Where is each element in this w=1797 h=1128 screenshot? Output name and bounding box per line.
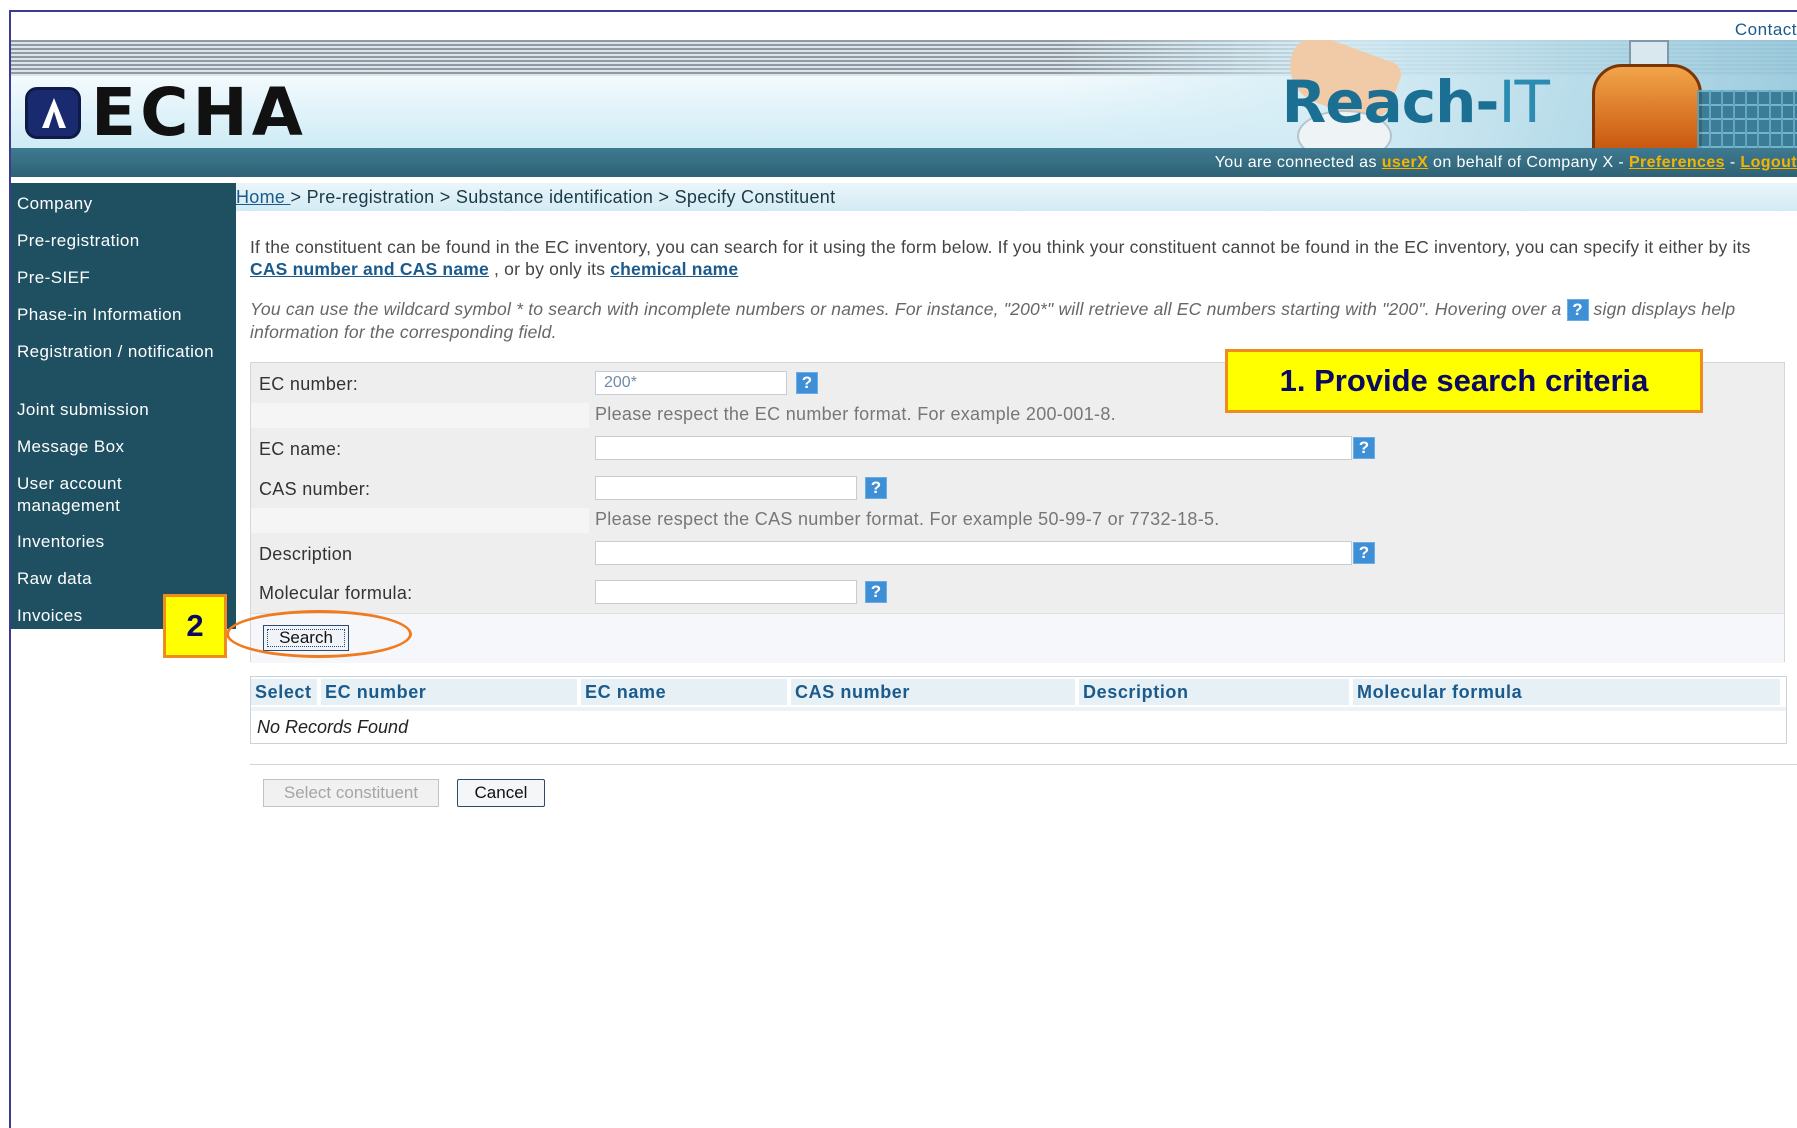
cas-number-format-note: Please respect the CAS number format. Fo… <box>595 509 1220 529</box>
echa-logo[interactable]: ECHA <box>25 80 307 146</box>
cas-number-label: CAS number: <box>259 479 371 499</box>
help-icon: ? <box>1566 299 1589 322</box>
ec-number-format-note: Please respect the EC number format. For… <box>595 404 1116 424</box>
column-header-molecular-formula[interactable]: Molecular formula <box>1353 679 1780 705</box>
ec-number-label: EC number: <box>259 374 359 394</box>
column-header-cas-number[interactable]: CAS number <box>791 679 1075 705</box>
breadcrumb: Home > Pre-registration > Substance iden… <box>236 183 1797 211</box>
sidebar-item-phase-in-information[interactable]: Phase-in Information <box>11 298 236 335</box>
column-header-description[interactable]: Description <box>1079 679 1349 705</box>
cancel-button[interactable]: Cancel <box>457 779 545 807</box>
cas-number-input[interactable] <box>595 476 857 500</box>
sidebar-item-user-account-management[interactable]: User account management <box>11 467 236 525</box>
breadcrumb-path: > Pre-registration > Substance identific… <box>290 187 836 207</box>
echa-logo-text: ECHA <box>91 74 307 151</box>
search-button-bar: Search <box>251 613 1784 663</box>
column-header-ec-number[interactable]: EC number <box>321 679 577 705</box>
search-button-highlight-oval <box>226 610 412 658</box>
ec-name-input[interactable] <box>595 436 1352 460</box>
description-help-icon[interactable]: ? <box>1353 542 1375 564</box>
column-header-ec-name[interactable]: EC name <box>581 679 787 705</box>
header: Contact ECHA Reach-IT You are connected … <box>11 12 1797 177</box>
molecular-formula-help-icon[interactable]: ? <box>865 581 887 603</box>
ec-number-help-icon[interactable]: ? <box>796 372 818 394</box>
cas-number-help-icon[interactable]: ? <box>865 477 887 499</box>
sidebar-item-message-box[interactable]: Message Box <box>11 430 236 467</box>
intro-text-part1: If the constituent can be found in the E… <box>250 237 1751 257</box>
contact-link[interactable]: Contact <box>1735 20 1797 40</box>
reach-it-title-suffix: IT <box>1498 68 1550 136</box>
status-separator: - <box>1724 154 1741 171</box>
description-input[interactable] <box>595 541 1352 565</box>
select-constituent-button[interactable]: Select constituent <box>263 779 439 807</box>
hint-text-part1: You can use the wildcard symbol * to sea… <box>250 299 1567 319</box>
sidebar-item-pre-sief[interactable]: Pre-SIEF <box>11 261 236 298</box>
logout-link[interactable]: Logout <box>1740 154 1797 171</box>
sidebar-item-pre-registration[interactable]: Pre-registration <box>11 224 236 261</box>
results-table: Select EC number EC name CAS number Desc… <box>250 676 1787 744</box>
callout-step-2: 2 <box>163 594 227 658</box>
sidebar-item-company[interactable]: Company <box>11 187 236 224</box>
description-label: Description <box>259 544 353 564</box>
ec-name-help-icon[interactable]: ? <box>1353 437 1375 459</box>
reach-it-title: Reach-IT <box>1281 68 1550 136</box>
status-prefix: You are connected as <box>1214 154 1382 171</box>
results-header-row: Select EC number EC name CAS number Desc… <box>251 679 1786 705</box>
wildcard-hint: You can use the wildcard symbol * to sea… <box>250 298 1780 343</box>
divider <box>250 764 1797 765</box>
molecular-formula-label: Molecular formula: <box>259 583 413 603</box>
status-company: on behalf of Company X - <box>1428 154 1629 171</box>
molecular-formula-input[interactable] <box>595 580 857 604</box>
intro-text-part2: , or by only its <box>488 259 611 279</box>
sidebar-item-inventories[interactable]: Inventories <box>11 525 236 562</box>
chemical-name-link[interactable]: chemical name <box>610 259 738 279</box>
preferences-link[interactable]: Preferences <box>1629 154 1725 171</box>
ec-number-input[interactable] <box>595 371 787 395</box>
ec-name-label: EC name: <box>259 439 342 459</box>
breadcrumb-home-link[interactable]: Home <box>236 187 291 207</box>
sidebar-item-registration-notification[interactable]: Registration / notification <box>11 335 236 393</box>
sidebar-nav: Company Pre-registration Pre-SIEF Phase-… <box>11 183 236 629</box>
no-records-message: No Records Found <box>257 717 409 737</box>
sidebar-item-joint-submission[interactable]: Joint submission <box>11 393 236 430</box>
user-link[interactable]: userX <box>1382 154 1428 171</box>
cas-number-and-name-link[interactable]: CAS number and CAS name <box>250 259 489 279</box>
column-header-select: Select <box>251 679 317 705</box>
callout-provide-search-criteria: 1. Provide search criteria <box>1225 349 1703 413</box>
session-status-bar: You are connected as userX on behalf of … <box>11 148 1797 177</box>
echa-logo-icon <box>25 87 81 139</box>
reach-it-title-main: Reach- <box>1281 68 1500 136</box>
intro-text: If the constituent can be found in the E… <box>250 236 1780 280</box>
